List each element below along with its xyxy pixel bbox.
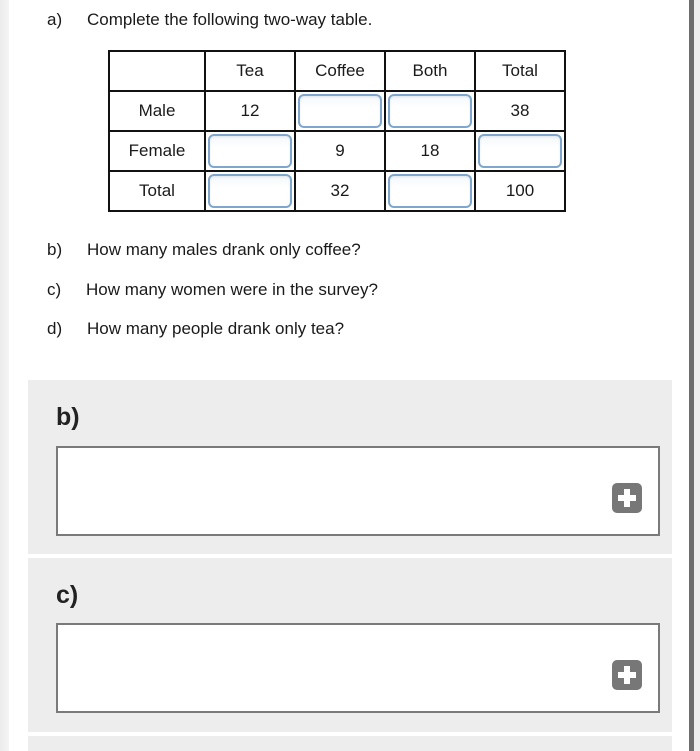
question-letter: a)	[47, 10, 63, 29]
question-c: c) How many women were in the survey?	[47, 280, 447, 302]
table-header-cell: Tea	[204, 50, 296, 92]
table-cell: 100	[474, 170, 566, 212]
table-cell: 18	[384, 130, 476, 172]
total-both-input[interactable]	[388, 174, 472, 208]
question-text: How many people drank only tea?	[87, 319, 345, 338]
left-margin	[0, 0, 9, 751]
table-cell: 38	[474, 90, 566, 132]
question-letter: c)	[47, 280, 62, 299]
table-cell: 12	[204, 90, 296, 132]
male-both-input[interactable]	[388, 94, 472, 128]
table-cell-input-cell	[294, 90, 386, 132]
question-d: d) How many people drank only tea?	[47, 319, 447, 341]
row-label: Male	[108, 90, 206, 132]
question-text: Complete the following two-way table.	[87, 10, 373, 29]
add-button[interactable]	[612, 660, 642, 690]
table-cell-input-cell	[474, 130, 566, 172]
question-text: How many women were in the survey?	[86, 280, 378, 299]
table-row-male: Male 12 38	[108, 90, 566, 132]
answer-section-b: b)	[28, 380, 672, 554]
total-tea-input[interactable]	[208, 174, 292, 208]
table-cell: 9	[294, 130, 386, 172]
table-header-cell: Coffee	[294, 50, 386, 92]
table-header-cell: Total	[474, 50, 566, 92]
answer-section-next	[28, 736, 672, 751]
answer-input-b[interactable]	[56, 446, 660, 536]
female-total-input[interactable]	[478, 134, 562, 168]
answer-label: b)	[56, 403, 80, 431]
right-margin	[694, 0, 700, 751]
question-text: How many males drank only coffee?	[87, 240, 361, 259]
answer-section-c: c)	[28, 558, 672, 732]
answer-label: c)	[56, 581, 79, 609]
table-cell: 32	[294, 170, 386, 212]
table-header-cell	[108, 50, 206, 92]
table-cell-input-cell	[384, 90, 476, 132]
table-header-cell: Both	[384, 50, 476, 92]
female-tea-input[interactable]	[208, 134, 292, 168]
table-cell-input-cell	[204, 130, 296, 172]
question-letter: b)	[47, 240, 63, 259]
row-label: Total	[108, 170, 206, 212]
answer-input-c[interactable]	[56, 623, 660, 713]
male-coffee-input[interactable]	[298, 94, 382, 128]
question-b: b) How many males drank only coffee?	[47, 240, 447, 262]
row-label: Female	[108, 130, 206, 172]
table-row-female: Female 9 18	[108, 130, 566, 172]
table-header-row: Tea Coffee Both Total	[108, 50, 566, 92]
question-letter: d)	[47, 319, 63, 338]
add-button[interactable]	[612, 483, 642, 513]
table-row-total: Total 32 100	[108, 170, 566, 212]
table-cell-input-cell	[384, 170, 476, 212]
two-way-table: Tea Coffee Both Total Male 12 38 Female …	[108, 50, 566, 212]
table-cell-input-cell	[204, 170, 296, 212]
question-a: a) Complete the following two-way table.	[47, 10, 447, 32]
